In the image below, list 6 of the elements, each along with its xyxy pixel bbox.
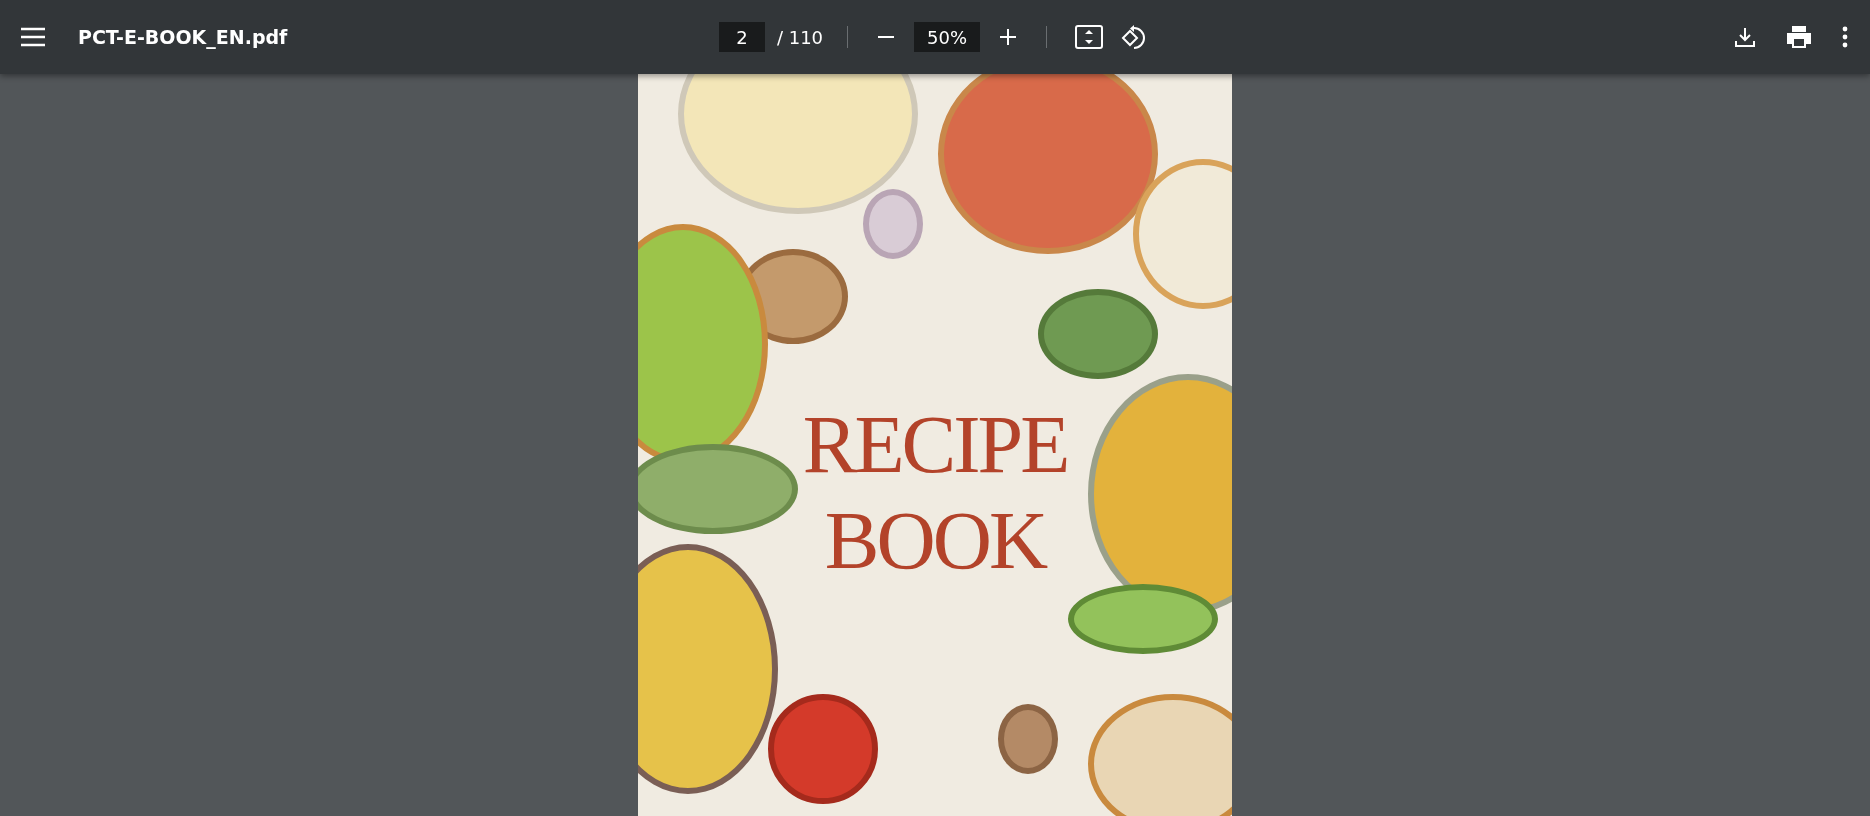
book-title: BOOK bbox=[824, 500, 1046, 582]
book-title: RECIPE bbox=[802, 404, 1068, 486]
page-number-field[interactable]: 2 bbox=[718, 22, 765, 52]
file-name: PCT-E-BOOK_EN.pdf bbox=[78, 26, 288, 48]
zoom-field[interactable]: 50% bbox=[914, 22, 981, 52]
page-total: / 110 bbox=[776, 26, 824, 48]
